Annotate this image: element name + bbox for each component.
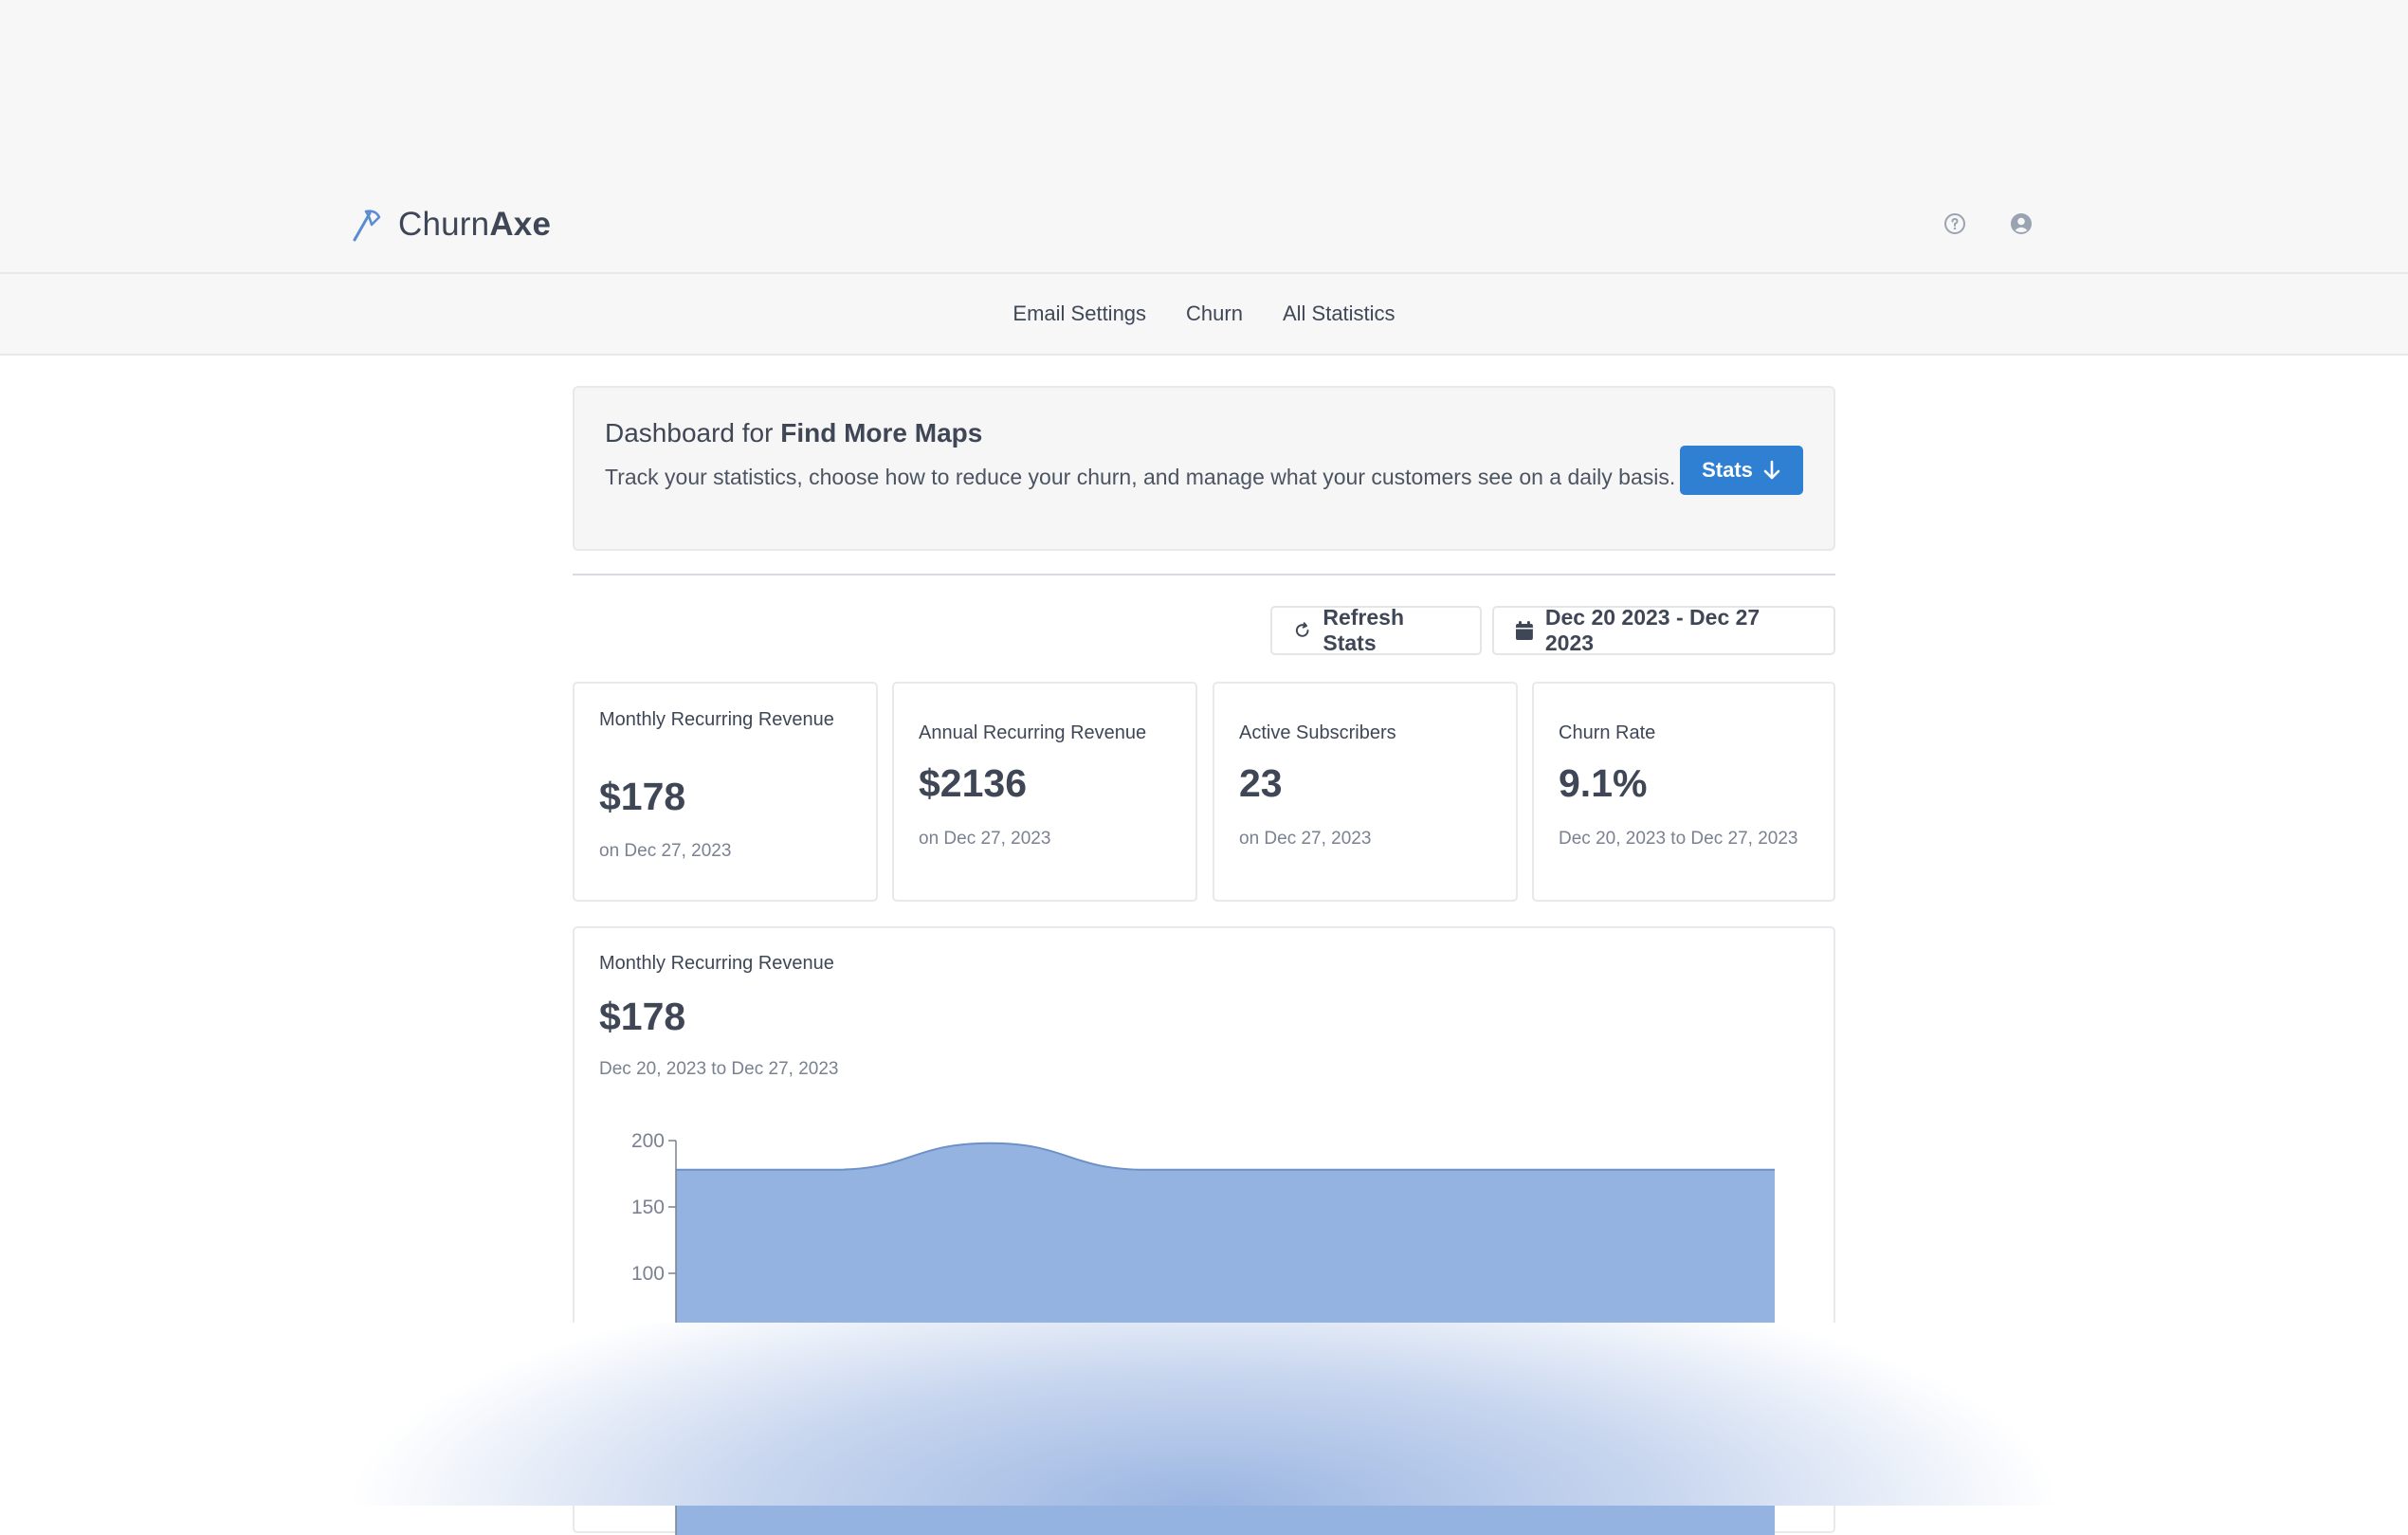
- top-backdrop: [0, 0, 2408, 187]
- date-range-label: Dec 20 2023 - Dec 27 2023: [1544, 605, 1760, 655]
- stat-card-value: 9.1%: [1559, 761, 1648, 805]
- nav-email-settings[interactable]: Email Settings: [1012, 302, 1146, 326]
- date-range-picker[interactable]: Dec 20 2023 - Dec 27 2023: [1492, 605, 1835, 655]
- stat-card-churn-rate: Churn Rate 9.1% Dec 20, 2023 to Dec 27, …: [1532, 682, 1835, 902]
- stat-card-subtext: on Dec 27, 2023: [919, 829, 1051, 849]
- refresh-stats-label: Refresh Stats: [1323, 605, 1405, 655]
- stats-button[interactable]: Stats: [1680, 446, 1803, 495]
- stat-card-label: Monthly Recurring Revenue: [599, 709, 834, 730]
- nav-churn[interactable]: Churn: [1186, 302, 1243, 326]
- stats-button-label: Stats: [1702, 458, 1753, 482]
- mrr-series-line: [675, 1142, 1776, 1171]
- stat-card-subtext: on Dec 27, 2023: [599, 841, 732, 861]
- stat-card-subtext: on Dec 27, 2023: [1239, 829, 1372, 849]
- bottom-backdrop: [0, 1323, 2408, 1506]
- stat-card-subtext: Dec 20, 2023 to Dec 27, 2023: [1559, 829, 1798, 849]
- refresh-icon: [1295, 622, 1309, 637]
- app-header: ChurnAxe: [0, 187, 2408, 274]
- stat-card-active-subscribers: Active Subscribers 23 on Dec 27, 2023: [1213, 682, 1518, 902]
- calendar-icon: [1515, 621, 1533, 640]
- stat-card-value: 23: [1239, 761, 1283, 805]
- main-nav: Email Settings Churn All Statistics: [0, 274, 2408, 356]
- section-divider: [573, 574, 1835, 576]
- brand-logo[interactable]: ChurnAxe: [347, 206, 551, 244]
- nav-all-statistics[interactable]: All Statistics: [1283, 302, 1396, 326]
- stat-card-label: Active Subscribers: [1239, 722, 1396, 743]
- stat-card-value: $178: [599, 775, 686, 818]
- stat-card-arr: Annual Recurring Revenue $2136 on Dec 27…: [892, 682, 1197, 902]
- user-circle-icon[interactable]: [2010, 212, 2033, 235]
- dashboard-description: Track your statistics, choose how to red…: [605, 465, 1676, 489]
- dashboard-title: Dashboard for Find More Maps: [605, 418, 983, 448]
- stat-card-value: $2136: [919, 761, 1028, 805]
- arrow-down-icon: [1763, 460, 1780, 480]
- axe-icon: [353, 210, 381, 242]
- y-axis-tick-label: 100: [631, 1263, 665, 1285]
- stat-card-label: Churn Rate: [1559, 722, 1656, 743]
- stat-card-mrr: Monthly Recurring Revenue $178 on Dec 27…: [573, 682, 878, 902]
- stat-card-label: Annual Recurring Revenue: [919, 722, 1147, 743]
- brand-name: ChurnAxe: [398, 206, 552, 243]
- dashboard-intro: Dashboard for Find More Maps Track your …: [573, 386, 1835, 551]
- y-axis-tick-label: 150: [631, 1197, 665, 1218]
- refresh-stats-button[interactable]: Refresh Stats: [1270, 605, 1482, 655]
- y-axis-tick-label: 200: [631, 1130, 665, 1152]
- help-circle-icon[interactable]: [1943, 212, 1966, 235]
